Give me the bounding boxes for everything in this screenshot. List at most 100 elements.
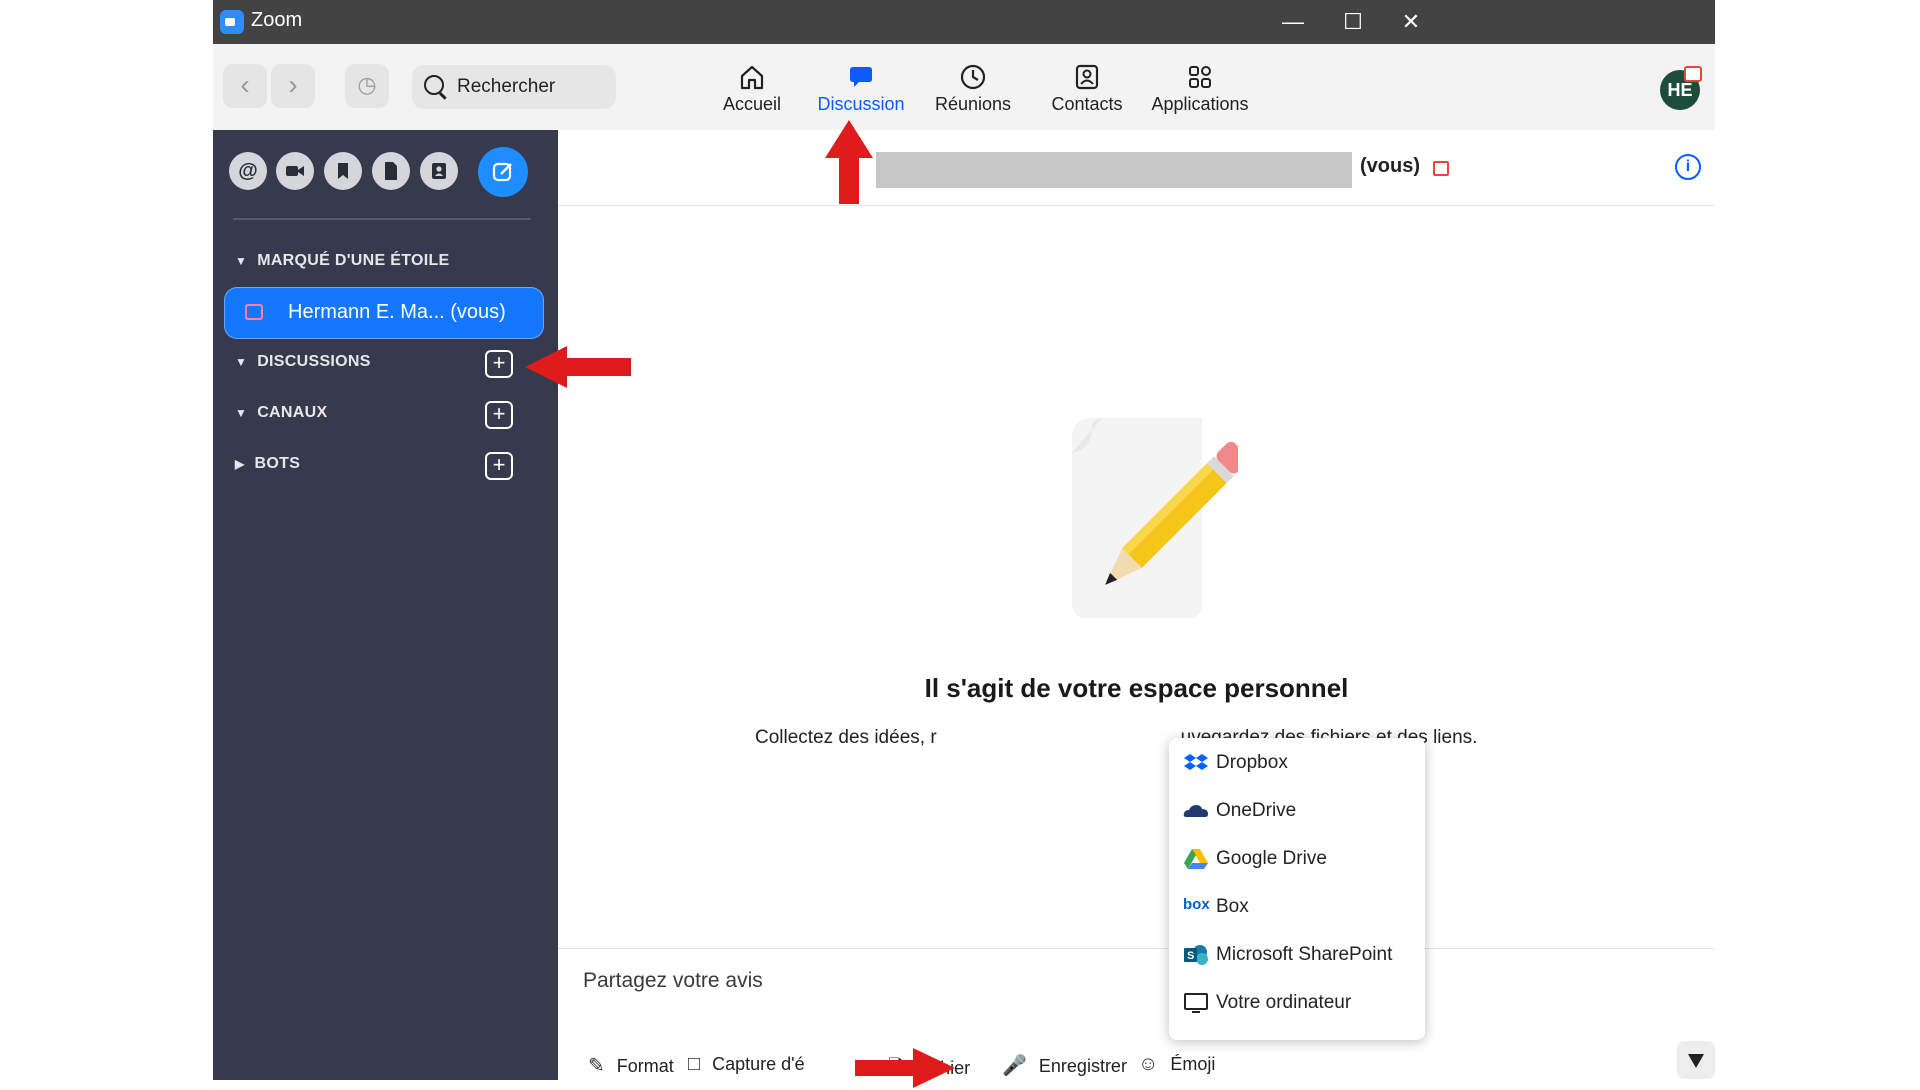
search-box[interactable]: Rechercher bbox=[412, 65, 616, 109]
menu-item-label: Google Drive bbox=[1216, 848, 1327, 869]
calendar-icon bbox=[245, 304, 263, 320]
tab-accueil[interactable]: Accueil bbox=[701, 62, 803, 124]
apps-icon bbox=[1143, 62, 1257, 94]
chevron-left-icon: ‹ bbox=[240, 69, 250, 100]
tab-label: Applications bbox=[1151, 94, 1249, 114]
menu-item-box[interactable]: box Box bbox=[1169, 884, 1425, 932]
calendar-badge-icon bbox=[1684, 66, 1702, 82]
emoji-button[interactable]: ☺ Émoji bbox=[1138, 1053, 1215, 1076]
annotation-arrow-up-icon bbox=[825, 120, 873, 204]
section-label: BOTS bbox=[254, 455, 301, 472]
home-icon bbox=[701, 62, 803, 94]
chat-bubble-icon bbox=[805, 62, 917, 94]
info-icon[interactable]: i bbox=[1675, 154, 1701, 180]
google-drive-icon bbox=[1183, 848, 1209, 870]
add-bot-button[interactable]: + bbox=[485, 452, 513, 480]
sidebar-item-self-chat[interactable]: Hermann E. Ma... (vous) bbox=[225, 288, 543, 338]
maximize-button[interactable]: ☐ bbox=[1323, 4, 1383, 40]
tab-discussion[interactable]: Discussion bbox=[805, 62, 917, 124]
zoom-window: Zoom — ☐ ✕ ‹ › ◷ Rechercher Accueil Disc… bbox=[213, 0, 1715, 1088]
sidebar: @ ▼ MARQUÉ D'UNE ÉTOILE Hermann E. Ma... … bbox=[213, 130, 558, 1080]
section-channels[interactable]: ▼ CANAUX bbox=[235, 404, 327, 422]
section-label: DISCUSSIONS bbox=[257, 353, 371, 370]
chevron-right-icon: › bbox=[288, 69, 298, 100]
caret-down-icon: ▼ bbox=[235, 355, 248, 369]
screenshot-button[interactable]: □ Capture d'é bbox=[688, 1053, 805, 1076]
section-discussions[interactable]: ▼ DISCUSSIONS bbox=[235, 353, 371, 371]
menu-item-dropbox[interactable]: Dropbox bbox=[1169, 740, 1425, 788]
note-pencil-illustration bbox=[1072, 418, 1238, 618]
format-icon: ✎ bbox=[588, 1055, 605, 1077]
mention-icon[interactable]: @ bbox=[229, 152, 267, 190]
add-discussion-button[interactable]: + bbox=[485, 350, 513, 378]
format-button[interactable]: ✎ Format bbox=[588, 1053, 674, 1078]
menu-item-sharepoint[interactable]: S Microsoft SharePoint bbox=[1169, 932, 1425, 980]
add-channel-button[interactable]: + bbox=[485, 401, 513, 429]
caret-down-icon: ▼ bbox=[235, 254, 248, 268]
menu-item-label: Votre ordinateur bbox=[1216, 992, 1352, 1013]
minimize-button[interactable]: — bbox=[1263, 4, 1323, 40]
tab-label: Réunions bbox=[934, 94, 1012, 114]
file-source-menu: Dropbox OneDrive Google Drive box Box S … bbox=[1169, 738, 1425, 1040]
menu-item-google-drive[interactable]: Google Drive bbox=[1169, 836, 1425, 884]
tab-label: Accueil bbox=[722, 94, 782, 114]
message-input[interactable]: Partagez votre avis bbox=[583, 969, 763, 993]
title-bar: Zoom — ☐ ✕ bbox=[213, 0, 1715, 44]
tab-label: Contacts bbox=[1051, 94, 1123, 114]
menu-item-label: OneDrive bbox=[1216, 800, 1297, 821]
tab-applications[interactable]: Applications bbox=[1143, 62, 1257, 124]
box-icon: box bbox=[1183, 896, 1210, 913]
record-button[interactable]: 🎤 Enregistrer bbox=[1002, 1053, 1127, 1078]
section-bots[interactable]: ▶ BOTS bbox=[235, 455, 300, 473]
tab-reunions[interactable]: Réunions bbox=[921, 62, 1025, 124]
tool-label: Enregistrer bbox=[1038, 1056, 1127, 1076]
sidebar-divider bbox=[233, 218, 531, 220]
history-button[interactable]: ◷ bbox=[345, 64, 389, 108]
contact-icon[interactable] bbox=[420, 152, 458, 190]
header-you-label: (vous) bbox=[1360, 155, 1420, 177]
tool-label: Format bbox=[616, 1056, 674, 1076]
section-starred[interactable]: ▼ MARQUÉ D'UNE ÉTOILE bbox=[235, 252, 450, 270]
annotation-arrow-left-icon bbox=[525, 346, 631, 388]
emoji-icon: ☺ bbox=[1138, 1053, 1159, 1075]
caret-down-icon: ▼ bbox=[235, 406, 248, 420]
redacted-name bbox=[876, 152, 1352, 188]
history-icon: ◷ bbox=[357, 72, 377, 97]
caret-right-icon: ▶ bbox=[235, 457, 245, 471]
tool-label: Capture d'é bbox=[712, 1054, 805, 1074]
menu-item-label: Box bbox=[1216, 896, 1249, 917]
screenshot-icon: □ bbox=[688, 1053, 701, 1075]
forward-button[interactable]: › bbox=[271, 64, 315, 108]
chat-header: (vous) i bbox=[558, 130, 1715, 206]
tool-label: Émoji bbox=[1170, 1054, 1216, 1074]
back-button[interactable]: ‹ bbox=[223, 64, 267, 108]
onedrive-icon bbox=[1183, 800, 1209, 822]
dropbox-icon bbox=[1183, 752, 1209, 774]
microphone-icon: 🎤 bbox=[1002, 1055, 1027, 1077]
contact-card-icon bbox=[1035, 62, 1139, 94]
computer-icon bbox=[1183, 992, 1209, 1014]
empty-state-title: Il s'agit de votre espace personnel bbox=[924, 673, 1349, 703]
search-placeholder: Rechercher bbox=[457, 76, 556, 97]
calendar-icon bbox=[1433, 161, 1449, 176]
close-button[interactable]: ✕ bbox=[1381, 4, 1441, 40]
file-icon[interactable] bbox=[372, 152, 410, 190]
compose-button[interactable] bbox=[478, 147, 528, 197]
menu-item-label: Microsoft SharePoint bbox=[1216, 944, 1393, 965]
video-icon[interactable] bbox=[276, 152, 314, 190]
annotation-arrow-right-icon bbox=[855, 1048, 955, 1088]
description-part-1: Collectez des idées, r bbox=[755, 727, 937, 748]
section-label: MARQUÉ D'UNE ÉTOILE bbox=[257, 252, 450, 269]
zoom-logo-icon bbox=[220, 10, 244, 34]
section-label: CANAUX bbox=[257, 404, 328, 421]
svg-text:S: S bbox=[1187, 950, 1194, 962]
bookmark-icon[interactable] bbox=[324, 152, 362, 190]
tab-contacts[interactable]: Contacts bbox=[1035, 62, 1139, 124]
menu-item-onedrive[interactable]: OneDrive bbox=[1169, 788, 1425, 836]
menu-item-label: Dropbox bbox=[1216, 752, 1288, 773]
chat-panel: (vous) i Il s'agit de votre espace perso… bbox=[558, 130, 1715, 1080]
message-composer: Partagez votre avis ✎ Format □ Capture d'é… bbox=[558, 948, 1715, 1081]
send-button[interactable] bbox=[1677, 1041, 1715, 1079]
menu-item-computer[interactable]: Votre ordinateur bbox=[1169, 980, 1425, 1028]
sharepoint-icon: S bbox=[1183, 944, 1209, 966]
